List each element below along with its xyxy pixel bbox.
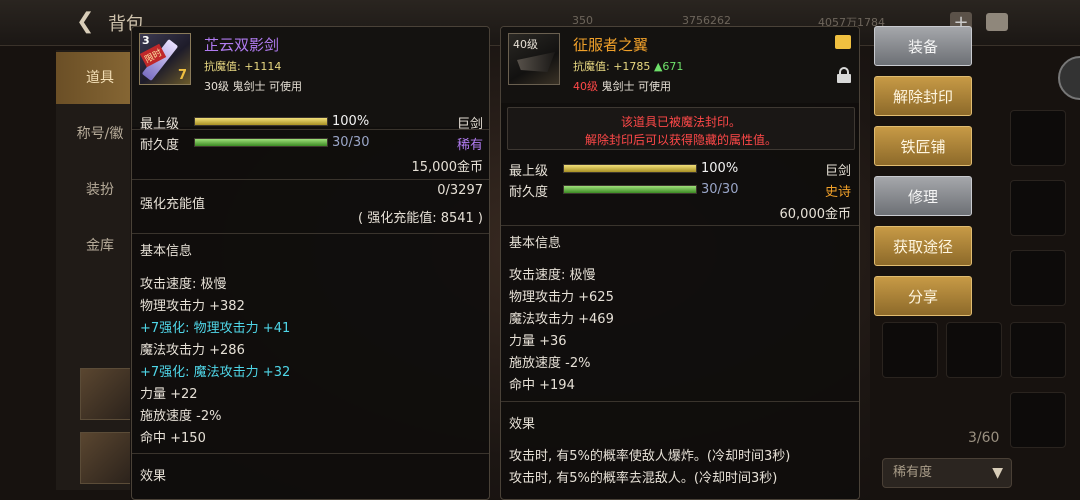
durability-label: 耐久度 bbox=[140, 138, 180, 153]
durability-bar-fill bbox=[195, 139, 327, 146]
charge-total: ( 强化充能值: 8541 ) bbox=[357, 211, 483, 226]
divider bbox=[132, 453, 489, 454]
requirement: 40级 鬼剑士 可使用 bbox=[573, 78, 671, 94]
grade-bar bbox=[563, 164, 697, 173]
stat-line: 施放速度 -2% bbox=[509, 356, 591, 371]
inventory-slot[interactable] bbox=[946, 322, 1002, 378]
inventory-slot[interactable] bbox=[1010, 250, 1066, 306]
basic-info-title: 基本信息 bbox=[509, 236, 562, 251]
item-price: 60,000金币 bbox=[779, 207, 852, 222]
effect-line: 攻击时, 有5%的概率使敌人爆炸。(冷却时间3秒) bbox=[509, 449, 791, 464]
stat-line: 施放速度 -2% bbox=[140, 409, 222, 424]
effect-line: 攻击时, 有5%的概率去混敌人。(冷却时间3秒) bbox=[509, 471, 778, 486]
item-tooltip-compare: 40级 征服者之翼 抗魔值: +1785 ▲671 40级 鬼剑士 可使用 该道… bbox=[500, 26, 860, 500]
blacksmith-button[interactable]: 铁匠铺 bbox=[874, 126, 972, 166]
anti-magic-value: +1785 bbox=[613, 60, 651, 73]
grade-bar-fill bbox=[564, 165, 696, 172]
grade-label: 最上级 bbox=[140, 117, 180, 132]
repair-button[interactable]: 修理 bbox=[874, 176, 972, 216]
item-name: 芷云双影剑 bbox=[204, 36, 280, 54]
stat-line: 魔法攻击力 +286 bbox=[140, 343, 245, 358]
anti-magic-line: 抗魔值: +1114 bbox=[204, 58, 281, 74]
anti-magic-value: +1114 bbox=[244, 60, 282, 73]
stat-line: 命中 +150 bbox=[140, 431, 206, 446]
basic-info-title: 基本信息 bbox=[140, 244, 193, 259]
share-button[interactable]: 分享 bbox=[874, 276, 972, 316]
stat-line: 物理攻击力 +382 bbox=[140, 299, 245, 314]
item-level-tag: 40级 bbox=[513, 38, 538, 51]
wing-icon: 40级 bbox=[508, 33, 560, 85]
anti-magic-diff: ▲671 bbox=[653, 60, 684, 73]
sword-icon: 3 限时 7 bbox=[139, 33, 191, 85]
shop-icon[interactable] bbox=[80, 432, 132, 484]
inventory-slot[interactable] bbox=[1010, 392, 1066, 448]
unseal-button[interactable]: 解除封印 bbox=[874, 76, 972, 116]
rarity-label: 史诗 bbox=[824, 185, 851, 200]
durability-bar bbox=[194, 138, 328, 147]
seal-line: 解除封印后可以获得隐藏的属性值。 bbox=[584, 133, 777, 147]
stat-line: 魔法攻击力 +469 bbox=[509, 312, 614, 327]
inventory-slot[interactable] bbox=[1010, 180, 1066, 236]
chat-icon[interactable] bbox=[986, 13, 1008, 31]
inventory-slot[interactable] bbox=[882, 322, 938, 378]
enhance-stat-line: +7强化: 物理攻击力 +41 bbox=[140, 321, 291, 336]
stat-line: 力量 +22 bbox=[140, 387, 198, 402]
stat-line: 攻击速度: 极慢 bbox=[140, 277, 227, 292]
stat-line: 命中 +194 bbox=[509, 378, 575, 393]
divider bbox=[132, 129, 489, 130]
anti-magic-label: 抗魔值: bbox=[573, 60, 610, 73]
stat-line: 力量 +36 bbox=[509, 334, 567, 349]
stat-line: 攻击速度: 极慢 bbox=[509, 268, 596, 283]
charge-value: 0/3297 bbox=[437, 183, 483, 198]
grade-label: 最上级 bbox=[509, 164, 549, 179]
durability-bar bbox=[563, 185, 697, 194]
durability-bar-fill bbox=[564, 186, 696, 193]
item-name: 征服者之翼 bbox=[573, 36, 649, 54]
divider bbox=[132, 179, 489, 180]
inventory-slot[interactable] bbox=[1010, 110, 1066, 166]
requirement-rest: 鬼剑士 可使用 bbox=[601, 80, 672, 93]
anti-magic-line: 抗魔值: +1785 ▲671 bbox=[573, 58, 683, 74]
compare-icon[interactable] bbox=[835, 35, 851, 49]
weapon-type: 巨剑 bbox=[456, 117, 483, 132]
rarity-label: 稀有 bbox=[456, 138, 483, 153]
chevron-down-icon: ▼ bbox=[992, 465, 1003, 481]
durability-label: 耐久度 bbox=[509, 185, 549, 200]
effect-title: 效果 bbox=[509, 417, 536, 432]
charge-label: 强化充能值 bbox=[140, 197, 206, 212]
grade-bar-fill bbox=[195, 118, 327, 125]
divider bbox=[132, 233, 489, 234]
weapon-type: 巨剑 bbox=[824, 164, 851, 179]
enhance-level: 7 bbox=[177, 68, 187, 83]
anti-magic-label: 抗魔值: bbox=[204, 60, 241, 73]
rarity-filter-label: 稀有度 bbox=[893, 465, 933, 480]
grade-bar bbox=[194, 117, 328, 126]
item-tooltip-equipped: 3 限时 7 芷云双影剑 抗魔值: +1114 30级 鬼剑士 可使用 最上级 … bbox=[131, 26, 490, 500]
grade-percent: 100% bbox=[701, 161, 739, 176]
lock-icon bbox=[837, 67, 851, 83]
obtain-source-button[interactable]: 获取途径 bbox=[874, 226, 972, 266]
grade-percent: 100% bbox=[332, 114, 370, 129]
enhance-stat-line: +7强化: 魔法攻击力 +32 bbox=[140, 365, 291, 380]
durability-value: 30/30 bbox=[332, 135, 370, 150]
back-arrow-icon[interactable]: ❮ bbox=[76, 10, 100, 34]
equip-button[interactable]: 装备 bbox=[874, 26, 972, 66]
divider bbox=[501, 225, 859, 226]
divider bbox=[501, 401, 859, 402]
requirement-level: 40级 bbox=[573, 80, 598, 93]
effect-title: 效果 bbox=[140, 469, 167, 484]
avatar[interactable] bbox=[1058, 56, 1080, 100]
stat-line: 物理攻击力 +625 bbox=[509, 290, 614, 305]
durability-value: 30/30 bbox=[701, 182, 739, 197]
craft-icon[interactable] bbox=[80, 368, 132, 420]
inventory-slot[interactable] bbox=[1010, 322, 1066, 378]
rarity-filter-select[interactable]: 稀有度 ▼ bbox=[882, 458, 1012, 488]
seal-line: 该道具已被魔法封印。 bbox=[620, 115, 741, 129]
requirement: 30级 鬼剑士 可使用 bbox=[204, 80, 302, 93]
seal-notice: 该道具已被魔法封印。 解除封印后可以获得隐藏的属性值。 bbox=[507, 107, 855, 150]
inventory-count: 3/60 bbox=[968, 430, 1000, 446]
item-grade-tag: 3 bbox=[142, 34, 150, 47]
item-price: 15,000金币 bbox=[411, 160, 484, 175]
